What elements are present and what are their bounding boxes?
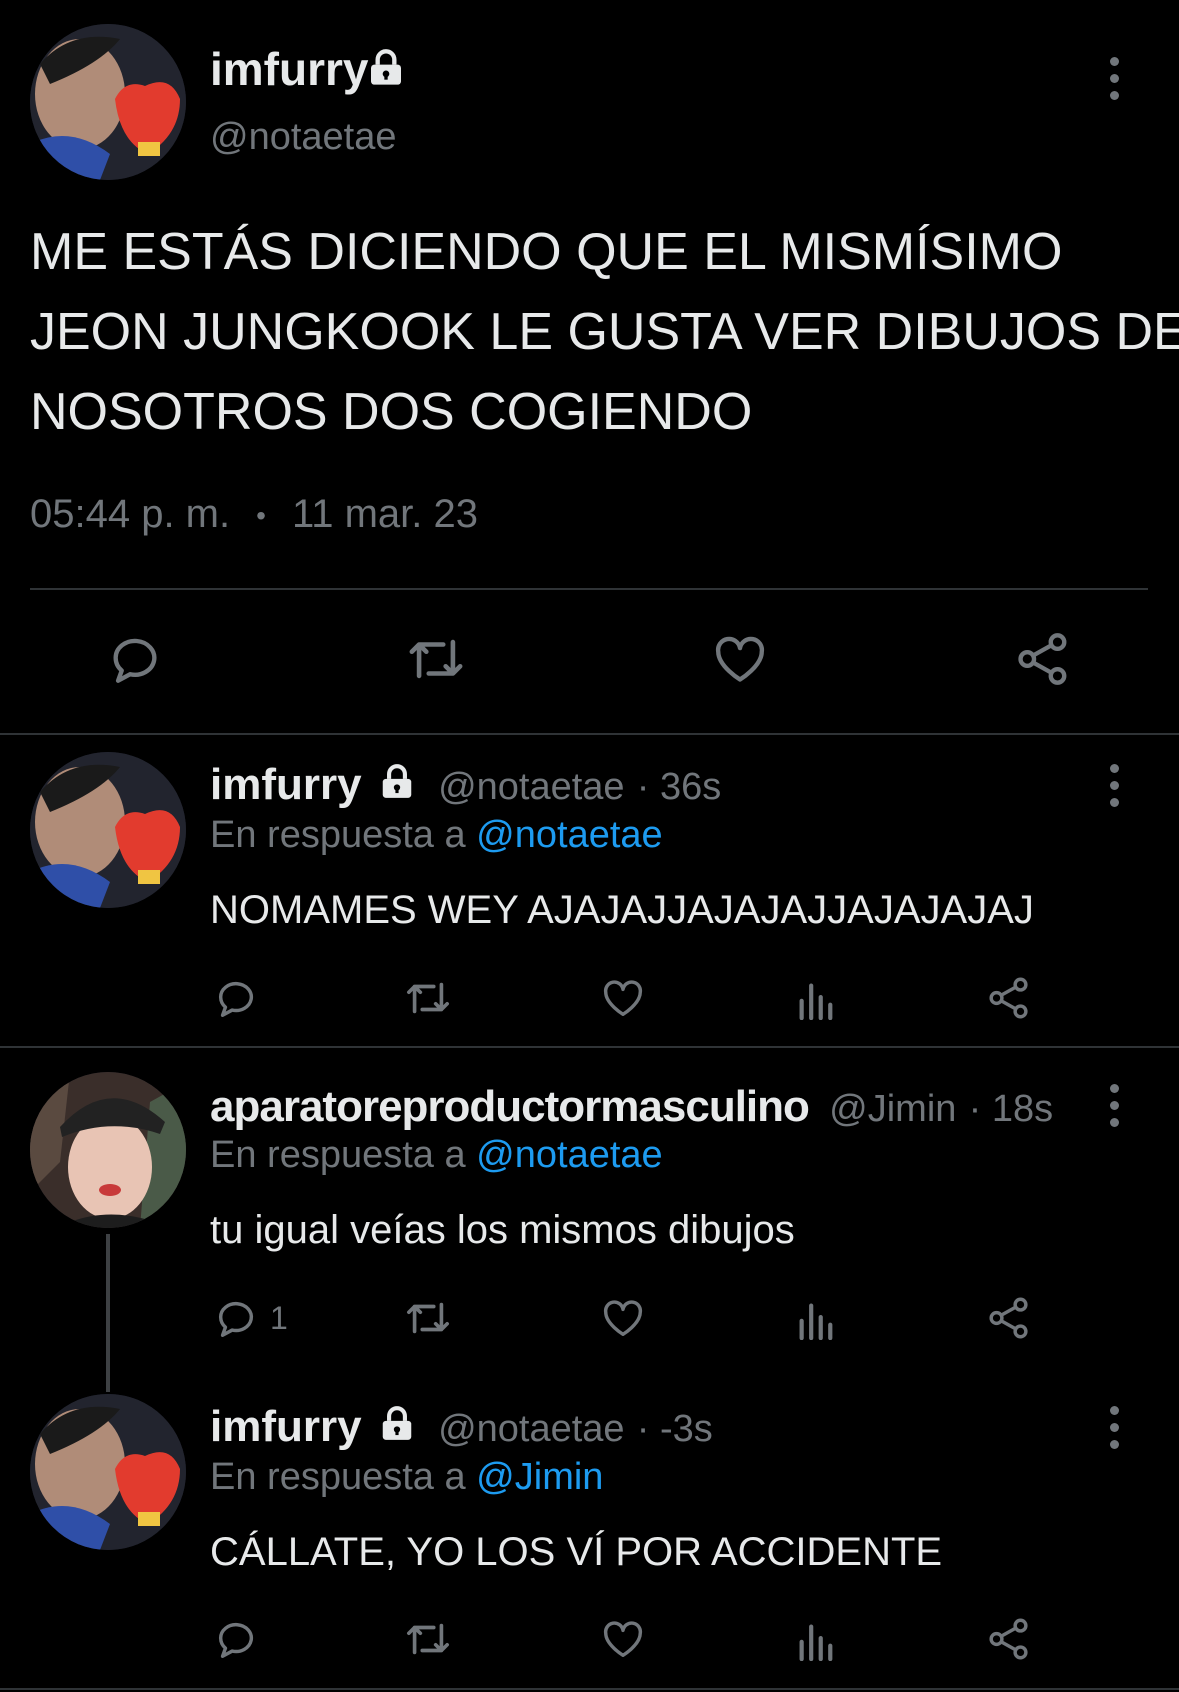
display-name[interactable]: aparatoreproductormasculino [210, 1082, 810, 1131]
avatar-imfurry[interactable] [30, 1394, 186, 1550]
divider [0, 1046, 1179, 1048]
like-icon[interactable] [599, 1616, 647, 1662]
more-icon[interactable] [1108, 57, 1120, 100]
retweet-icon[interactable] [402, 1295, 454, 1341]
share-icon[interactable] [986, 1616, 1032, 1662]
avatar-image [30, 24, 186, 180]
reply-icon[interactable] [213, 1616, 259, 1662]
retweet-icon[interactable] [402, 975, 454, 1021]
reply-context: En respuesta a @notaetae [210, 814, 663, 856]
like-icon[interactable] [599, 1295, 647, 1341]
timestamp[interactable]: · 18s [969, 1088, 1053, 1130]
more-icon[interactable] [1108, 1084, 1120, 1127]
reply-header: aparatoreproductormasculino @Jimin · 18s [210, 1082, 1053, 1132]
timestamp[interactable]: · -3s [637, 1408, 713, 1450]
avatar-imfurry[interactable] [30, 24, 186, 180]
like-icon[interactable] [599, 975, 647, 1021]
handle[interactable]: @notaetae [438, 1408, 625, 1450]
avatar-jimin[interactable] [30, 1072, 186, 1228]
thread-line [106, 1234, 110, 1392]
views-icon[interactable] [795, 1298, 835, 1340]
handle[interactable]: @Jimin [829, 1088, 956, 1130]
reply-to-link[interactable]: @notaetae [476, 814, 663, 856]
display-name[interactable]: imfurry [210, 760, 362, 809]
reply-icon[interactable] [106, 630, 164, 688]
reply-text: CÁLLATE, YO LOS VÍ POR ACCIDENTE [210, 1530, 943, 1574]
reply-icon[interactable] [213, 1295, 259, 1341]
reply-header: imfurry @notaetae · 36s [210, 760, 721, 812]
reply-icon[interactable] [213, 975, 259, 1021]
reply-context: En respuesta a @notaetae [210, 1134, 663, 1176]
share-icon[interactable] [986, 975, 1032, 1021]
reply-count: 1 [270, 1300, 288, 1336]
lock-icon [378, 1404, 416, 1454]
reply-header: imfurry @notaetae · -3s [210, 1402, 713, 1454]
retweet-icon[interactable] [402, 1616, 454, 1662]
views-icon[interactable] [795, 978, 835, 1020]
tweet-text: ME ESTÁS DICIENDO QUE EL MISMÍSIMO JEON … [30, 223, 1179, 441]
share-icon[interactable] [1014, 630, 1072, 688]
reply-text: tu igual veías los mismos dibujos [210, 1208, 795, 1252]
display-name[interactable]: imfurry [210, 1402, 362, 1451]
avatar-imfurry[interactable] [30, 752, 186, 908]
timestamp[interactable]: · 36s [637, 766, 721, 808]
lock-icon [366, 48, 406, 93]
handle[interactable]: @notaetae [438, 766, 625, 808]
more-icon[interactable] [1108, 1406, 1120, 1449]
lock-icon [378, 762, 416, 812]
tweet-timestamp[interactable]: 05:44 p. m. • 11 mar. 23 [30, 492, 478, 537]
avatar-image [30, 1394, 186, 1550]
divider [0, 1688, 1179, 1690]
divider [30, 588, 1148, 590]
handle[interactable]: @notaetae [210, 116, 397, 159]
reply-text: NOMAMES WEY AJAJAJJAJAJAJJAJAJAJAJ [210, 888, 1034, 932]
divider [0, 733, 1179, 735]
reply-context: En respuesta a @Jimin [210, 1456, 604, 1498]
avatar-image [30, 752, 186, 908]
more-icon[interactable] [1108, 764, 1120, 807]
share-icon[interactable] [986, 1295, 1032, 1341]
display-name[interactable]: imfurry [210, 42, 368, 96]
reply-to-link[interactable]: @Jimin [476, 1456, 603, 1498]
views-icon[interactable] [795, 1619, 835, 1661]
avatar-image [30, 1072, 186, 1228]
reply-to-link[interactable]: @notaetae [476, 1134, 663, 1176]
like-icon[interactable] [710, 630, 770, 688]
retweet-icon[interactable] [404, 630, 468, 688]
